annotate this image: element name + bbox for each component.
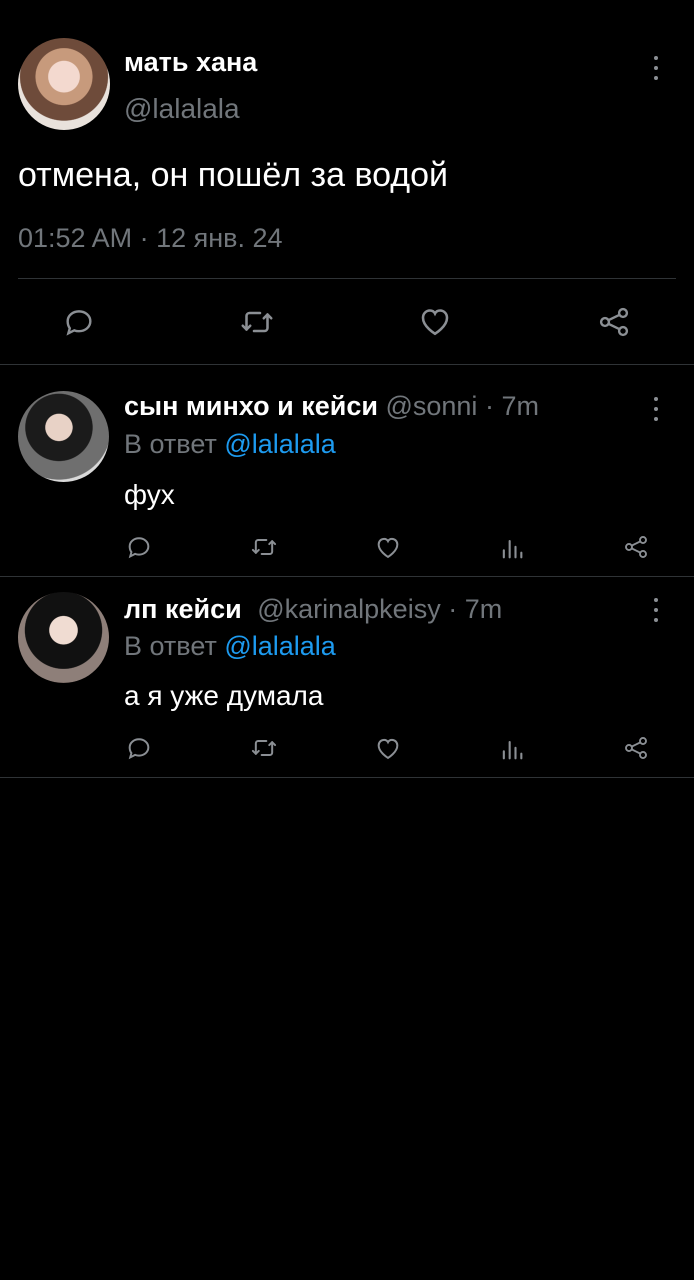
- handle[interactable]: @sonni: [385, 391, 477, 421]
- reply-icon[interactable]: [62, 305, 96, 339]
- avatar[interactable]: [18, 592, 109, 683]
- reply-icon[interactable]: [125, 734, 153, 762]
- display-name[interactable]: сын минхо и кейси: [124, 391, 378, 421]
- views-icon[interactable]: [498, 735, 526, 763]
- reply-header: лп кейси @karinalpkeisy · 7m: [124, 594, 502, 625]
- share-icon[interactable]: [622, 533, 650, 561]
- retweet-icon[interactable]: [248, 734, 280, 762]
- post-time: · 7m: [448, 594, 503, 624]
- reply-to-link[interactable]: @lalalala: [224, 429, 335, 459]
- avatar[interactable]: [18, 391, 109, 482]
- tweet-timestamp: 01:52 AM · 12 янв. 24: [18, 223, 283, 253]
- retweet-icon[interactable]: [248, 533, 280, 561]
- avatar[interactable]: [18, 38, 110, 130]
- reply-to-link[interactable]: @lalalala: [224, 631, 335, 661]
- retweet-icon[interactable]: [238, 304, 276, 340]
- like-icon[interactable]: [373, 734, 403, 762]
- share-icon[interactable]: [622, 734, 650, 762]
- reply-prefix: В ответ: [124, 631, 217, 661]
- handle[interactable]: @lalalala: [124, 93, 240, 125]
- reply-icon[interactable]: [125, 533, 153, 561]
- post-time: · 7m: [484, 391, 539, 421]
- like-icon[interactable]: [373, 533, 403, 561]
- reply-context: В ответ @lalalala: [124, 429, 336, 460]
- display-name[interactable]: мать хана: [124, 47, 257, 78]
- divider: [0, 576, 694, 577]
- more-options-icon[interactable]: [653, 56, 659, 80]
- reply-header: сын минхо и кейси @sonni · 7m: [124, 391, 539, 422]
- more-options-icon[interactable]: [653, 598, 659, 622]
- divider: [0, 777, 694, 778]
- views-icon[interactable]: [498, 534, 526, 562]
- reply-text: фух: [124, 479, 175, 510]
- handle[interactable]: @karinalpkeisy: [257, 594, 440, 624]
- share-icon[interactable]: [596, 304, 632, 340]
- reply-text: а я уже думала: [124, 680, 324, 711]
- reply-context: В ответ @lalalala: [124, 631, 336, 662]
- divider: [0, 364, 694, 365]
- tweet-text: отмена, он пошёл за водой: [18, 156, 449, 194]
- more-options-icon[interactable]: [653, 397, 659, 421]
- action-divider: [18, 278, 676, 279]
- display-name[interactable]: лп кейси: [124, 594, 242, 624]
- reply-prefix: В ответ: [124, 429, 217, 459]
- like-icon[interactable]: [416, 303, 454, 339]
